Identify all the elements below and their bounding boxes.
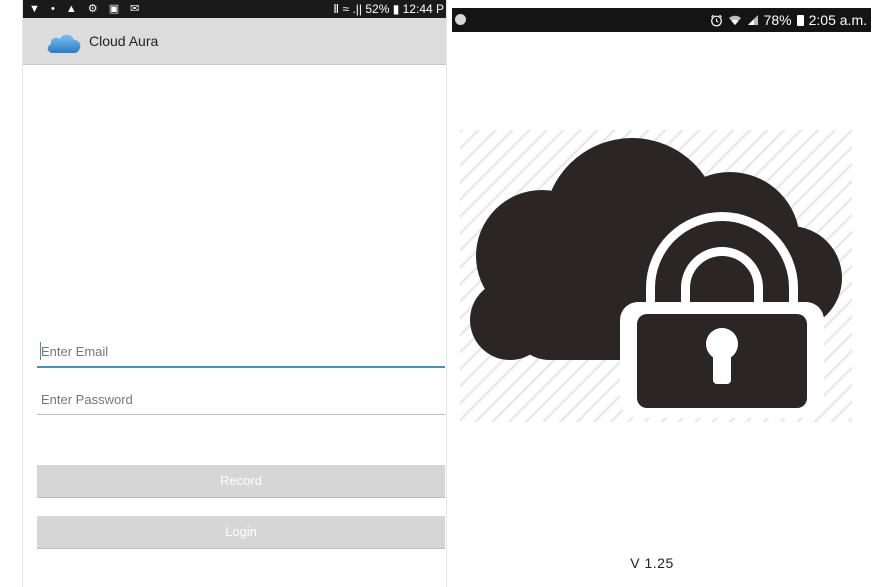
- cloud-icon: [47, 34, 81, 53]
- notification-dot-icon: [455, 14, 466, 25]
- status-bar: ▼ • ▲ ⚙ ▣ ✉ Ⅱ ≈ .|| 52% ▮ 12:44 P: [23, 0, 446, 18]
- battery-icon: [796, 14, 804, 26]
- password-placeholder: Enter Password: [41, 392, 133, 407]
- splash-screen: 78% 2:05 a.m. V 1.25: [452, 0, 877, 587]
- wifi-icon: [728, 15, 741, 25]
- clock-time: 2:05 a.m.: [808, 12, 867, 28]
- status-indicators: Ⅱ ≈ .|| 52% ▮ 12:44 P: [333, 2, 444, 16]
- alarm-icon: [710, 14, 722, 26]
- app-bar: Cloud Aura: [23, 18, 446, 65]
- login-screen: ▼ • ▲ ⚙ ▣ ✉ Ⅱ ≈ .|| 52% ▮ 12:44 P Cloud …: [22, 0, 447, 587]
- status-indicators: 78% 2:05 a.m.: [710, 8, 867, 32]
- email-placeholder: Enter Email: [41, 344, 109, 359]
- battery-percent: 78%: [763, 12, 792, 28]
- record-button[interactable]: Record: [37, 465, 445, 498]
- email-field[interactable]: Enter Email: [37, 338, 445, 368]
- app-version: V 1.25: [630, 555, 674, 571]
- login-button[interactable]: Login: [37, 516, 445, 549]
- password-field[interactable]: Enter Password: [37, 386, 445, 415]
- cloud-lock-icon: [460, 130, 852, 422]
- app-title: Cloud Aura: [89, 33, 159, 49]
- signal-icon: [747, 15, 758, 25]
- notification-icons: ▼ • ▲ ⚙ ▣ ✉: [29, 3, 144, 15]
- status-bar: 78% 2:05 a.m.: [452, 8, 871, 32]
